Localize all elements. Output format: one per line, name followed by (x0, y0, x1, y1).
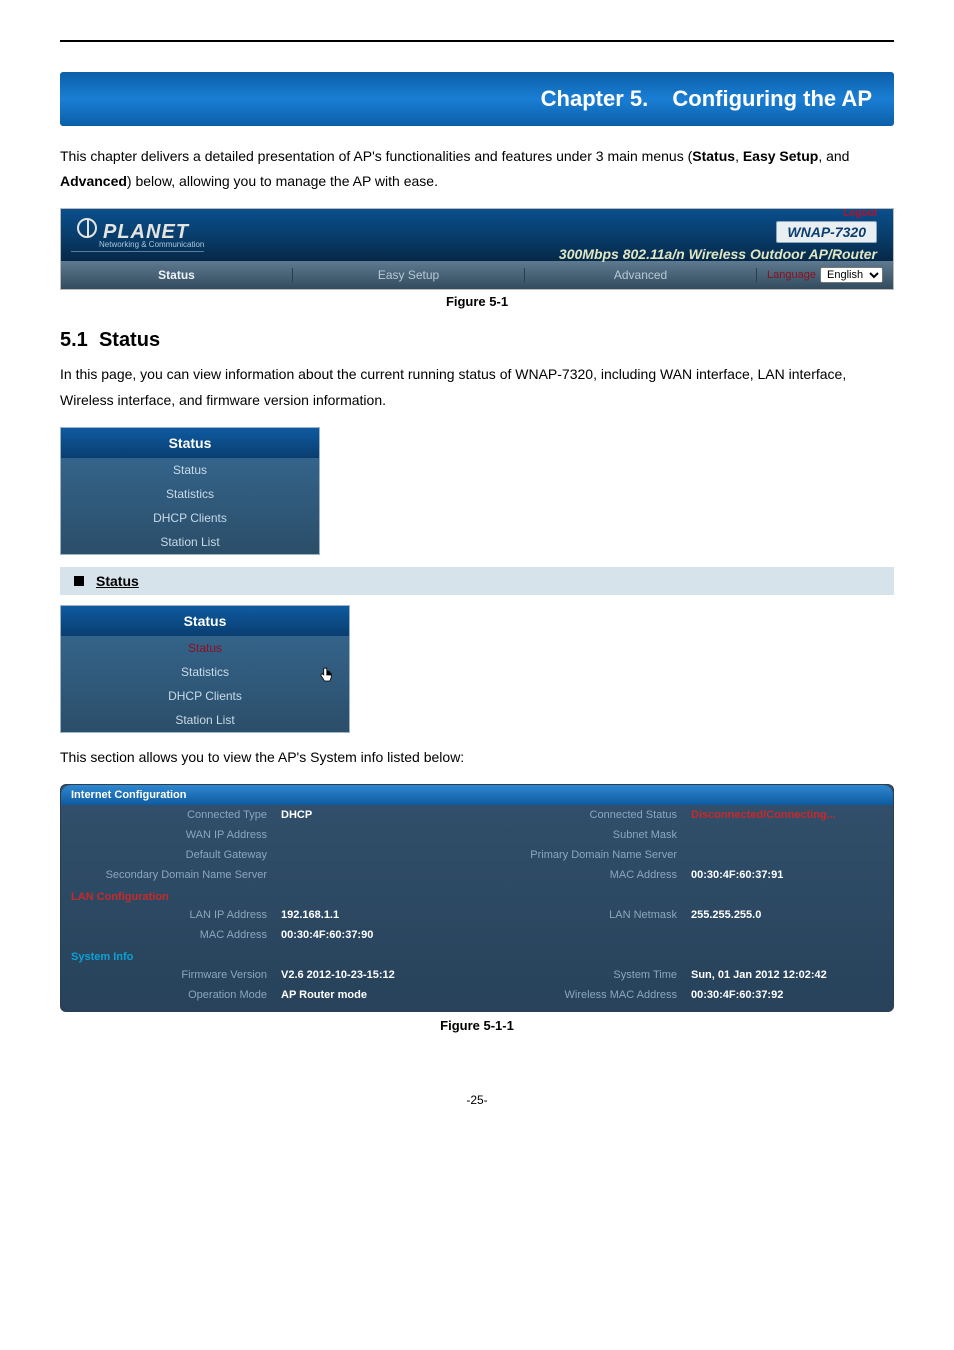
section-5-1-body: In this page, you can view information a… (60, 362, 894, 412)
table-row: Firmware Version V2.6 2012-10-23-15:12 S… (61, 965, 893, 985)
nav-screenshot: PLANET Networking & Communication Logout… (60, 208, 894, 290)
nav-top-bar: PLANET Networking & Communication Logout… (61, 209, 893, 261)
chapter-number: Chapter 5. (541, 86, 649, 111)
lan-config-header: LAN Configuration (61, 885, 893, 905)
nav-right: Logout WNAP-7320 300Mbps 802.11a/n Wirel… (559, 208, 883, 262)
system-info-header: System Info (61, 945, 893, 965)
status-panel-header: Status (61, 428, 319, 458)
sidebar-item-station-list-2[interactable]: Station List (61, 708, 349, 732)
sidebar-item-status-active[interactable]: Status (61, 636, 349, 660)
bullet-square-icon (74, 576, 84, 586)
section-5-1-heading: 5.1 Status (60, 329, 894, 352)
tab-easy-setup[interactable]: Easy Setup (293, 268, 525, 282)
chapter-title: Configuring the AP (672, 86, 872, 111)
status-panel-header-2: Status (61, 606, 349, 636)
chapter-banner: Chapter 5. Configuring the AP (60, 72, 894, 126)
status-sidebar-panel-1: Status Status Statistics DHCP Clients St… (60, 427, 320, 555)
config-table: Internet Configuration Connected Type DH… (60, 784, 894, 1012)
intro-paragraph: This chapter delivers a detailed present… (60, 144, 894, 194)
status-sidebar-panel-2: Status Status Statistics DHCP Clients St… (60, 605, 350, 733)
sidebar-item-statistics[interactable]: Statistics (61, 482, 319, 506)
tab-status[interactable]: Status (61, 268, 293, 282)
model-badge: WNAP-7320 (776, 221, 877, 243)
system-info-intro: This section allows you to view the AP's… (60, 745, 894, 770)
language-selector[interactable]: Language English (757, 267, 893, 283)
cursor-hand-icon (317, 664, 335, 686)
status-subheading: Status (60, 567, 894, 595)
sidebar-item-dhcp-clients-2[interactable]: DHCP Clients (61, 684, 349, 708)
sidebar-item-statistics-2[interactable]: Statistics (61, 660, 349, 684)
page-top-rule (60, 40, 894, 42)
sidebar-item-dhcp-clients[interactable]: DHCP Clients (61, 506, 319, 530)
language-dropdown[interactable]: English (820, 267, 883, 283)
sidebar-item-station-list[interactable]: Station List (61, 530, 319, 554)
nav-tab-bar: Status Easy Setup Advanced Language Engl… (61, 261, 893, 289)
language-label: Language (767, 269, 816, 281)
nav-logo: PLANET Networking & Communication (71, 218, 204, 252)
logo-subtext: Networking & Communication (99, 240, 204, 249)
globe-icon (77, 218, 97, 238)
table-row: Operation Mode AP Router mode Wireless M… (61, 985, 893, 1011)
table-row: Secondary Domain Name Server MAC Address… (61, 865, 893, 885)
page-number: -25- (60, 1093, 894, 1107)
tab-advanced[interactable]: Advanced (525, 268, 757, 282)
table-row: MAC Address 00:30:4F:60:37:90 (61, 925, 893, 945)
figure-5-1-1-caption: Figure 5-1-1 (60, 1018, 894, 1033)
logout-link[interactable]: Logout (559, 208, 877, 219)
nav-tagline: 300Mbps 802.11a/n Wireless Outdoor AP/Ro… (559, 246, 877, 262)
sidebar-item-status[interactable]: Status (61, 458, 319, 482)
table-row: LAN IP Address 192.168.1.1 LAN Netmask 2… (61, 905, 893, 925)
table-row: WAN IP Address Subnet Mask (61, 825, 893, 845)
figure-5-1-caption: Figure 5-1 (60, 294, 894, 309)
table-row: Connected Type DHCP Connected Status Dis… (61, 805, 893, 825)
table-row: Default Gateway Primary Domain Name Serv… (61, 845, 893, 865)
internet-config-header: Internet Configuration (61, 785, 893, 805)
